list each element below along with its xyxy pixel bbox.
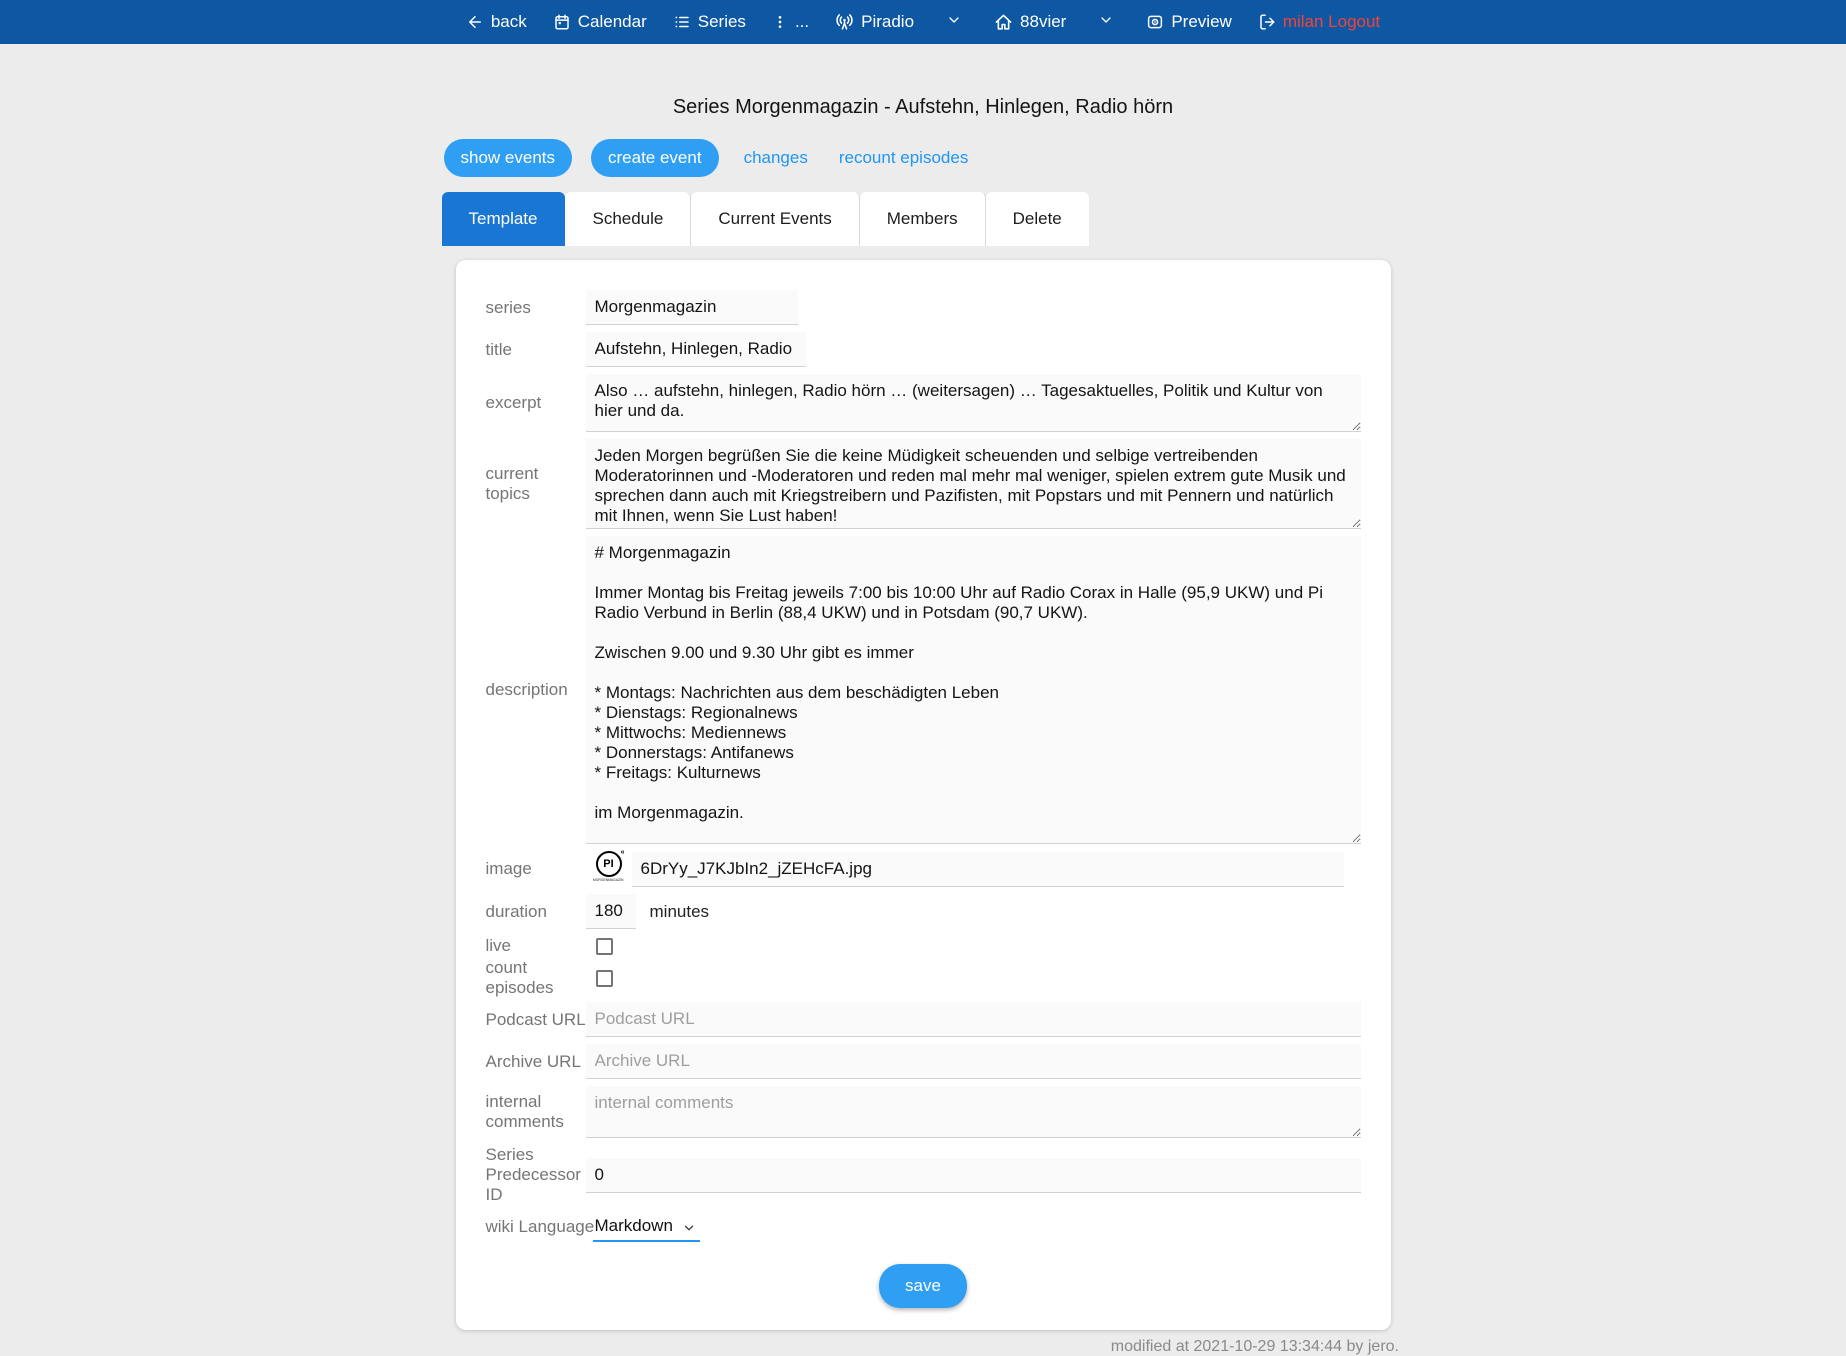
image-filename-input[interactable] <box>632 852 1344 887</box>
current-topics-label: current topics <box>486 464 586 504</box>
nav-88vier[interactable]: 88vier <box>994 12 1066 32</box>
count-episodes-checkbox[interactable] <box>596 970 613 987</box>
image-label: image <box>486 859 586 879</box>
excerpt-row: excerpt Also … aufstehn, hinlegen, Radio… <box>486 374 1361 432</box>
nav-more-label: ... <box>795 12 809 32</box>
kebab-menu-icon <box>772 13 788 31</box>
tab-delete[interactable]: Delete <box>986 192 1089 246</box>
nav-more[interactable]: ... <box>772 12 809 32</box>
chevron-down-icon <box>1098 12 1114 33</box>
excerpt-textarea[interactable]: Also … aufstehn, hinlegen, Radio hörn … … <box>586 374 1361 432</box>
pi-logo-caption: MORGENMAGAZIN <box>593 878 623 882</box>
podcast-url-label: Podcast URL <box>486 1010 586 1030</box>
series-predecessor-row: Series Predecessor ID <box>486 1145 1361 1205</box>
tab-bar: Template Schedule Current Events Members… <box>442 192 1391 246</box>
wiki-language-row: wiki Language Markdown <box>486 1212 1361 1242</box>
image-row: image PI « MORGENMAGAZIN <box>486 851 1361 887</box>
create-event-button[interactable]: create event <box>591 139 719 177</box>
piradio-dropdown-toggle[interactable] <box>946 12 962 33</box>
nav-series-label: Series <box>698 12 746 32</box>
page-title: Series Morgenmagazin - Aufstehn, Hinlege… <box>456 96 1391 119</box>
preview-eye-icon <box>1146 13 1164 31</box>
nav-logout-label: milan Logout <box>1283 12 1380 32</box>
duration-input[interactable] <box>586 894 636 929</box>
tab-schedule[interactable]: Schedule <box>565 192 691 246</box>
internal-comments-label: internal comments <box>486 1092 586 1132</box>
tab-current-events[interactable]: Current Events <box>691 192 859 246</box>
duration-row: duration minutes <box>486 894 1361 929</box>
changes-link[interactable]: changes <box>738 148 814 168</box>
nav-preview[interactable]: Preview <box>1146 12 1231 32</box>
home-icon <box>994 13 1013 32</box>
nav-logout[interactable]: milan Logout <box>1258 12 1380 32</box>
arrow-left-icon <box>466 13 484 31</box>
calendar-icon <box>553 13 571 31</box>
internal-comments-row: internal comments <box>486 1086 1361 1138</box>
wiki-language-select-wrap: Markdown <box>593 1212 700 1242</box>
nav-88vier-label: 88vier <box>1020 12 1066 32</box>
top-navbar: back Calendar Series ... Piradio 88vier … <box>0 0 1846 44</box>
nav-back-label: back <box>491 12 527 32</box>
station-dropdown-toggle[interactable] <box>1098 12 1114 33</box>
nav-series[interactable]: Series <box>673 12 746 32</box>
modified-note: modified at 2021-10-29 13:34:44 by jero. <box>447 1338 1399 1356</box>
current-topics-row: current topics Jeden Morgen begrüßen Sie… <box>486 439 1361 529</box>
description-label: description <box>486 680 586 700</box>
excerpt-label: excerpt <box>486 393 586 413</box>
podcast-url-input[interactable] <box>586 1002 1361 1037</box>
title-label: title <box>486 340 586 360</box>
series-predecessor-input[interactable] <box>586 1158 1361 1193</box>
series-predecessor-label: Series Predecessor ID <box>486 1145 586 1205</box>
wiki-language-select[interactable]: Markdown <box>593 1212 700 1240</box>
wiki-language-label: wiki Language <box>486 1217 586 1237</box>
broadcast-antenna-icon <box>835 13 854 32</box>
internal-comments-textarea[interactable] <box>586 1086 1361 1138</box>
save-row: save <box>486 1264 1361 1308</box>
pi-logo-icon: PI « <box>596 851 622 877</box>
archive-url-input[interactable] <box>586 1044 1361 1079</box>
archive-url-row: Archive URL <box>486 1044 1361 1079</box>
nav-calendar[interactable]: Calendar <box>553 12 647 32</box>
nav-back[interactable]: back <box>466 12 527 32</box>
series-row: series <box>486 290 1361 325</box>
save-button[interactable]: save <box>879 1264 967 1308</box>
count-episodes-row: count episodes <box>486 958 1361 998</box>
tab-members[interactable]: Members <box>860 192 986 246</box>
title-input[interactable] <box>586 332 806 367</box>
archive-url-label: Archive URL <box>486 1052 586 1072</box>
show-events-button[interactable]: show events <box>444 139 573 177</box>
live-checkbox[interactable] <box>596 938 613 955</box>
chevron-down-icon <box>946 12 962 33</box>
duration-unit-label: minutes <box>650 902 710 922</box>
nav-calendar-label: Calendar <box>578 12 647 32</box>
tab-template[interactable]: Template <box>442 192 566 246</box>
duration-label: duration <box>486 902 586 922</box>
template-form-card: series title excerpt Also … aufstehn, hi… <box>456 260 1391 1330</box>
actions-row: show events create event changes recount… <box>444 139 1391 177</box>
count-episodes-label: count episodes <box>486 958 586 998</box>
series-label: series <box>486 298 586 318</box>
nav-piradio-label: Piradio <box>861 12 914 32</box>
description-row: description # Morgenmagazin Immer Montag… <box>486 536 1361 844</box>
series-input[interactable] <box>586 290 798 325</box>
live-row: live <box>486 936 1361 956</box>
podcast-url-row: Podcast URL <box>486 1002 1361 1037</box>
description-textarea[interactable]: # Morgenmagazin Immer Montag bis Freitag… <box>586 536 1361 844</box>
nav-preview-label: Preview <box>1171 12 1231 32</box>
pi-logo-text: PI <box>603 858 613 870</box>
pi-logo-mark: « <box>621 849 625 856</box>
list-icon <box>673 13 691 31</box>
main-container: Series Morgenmagazin - Aufstehn, Hinlege… <box>456 96 1391 1330</box>
nav-piradio[interactable]: Piradio <box>835 12 914 32</box>
recount-episodes-link[interactable]: recount episodes <box>833 148 974 168</box>
logout-icon <box>1258 13 1276 31</box>
series-image-thumbnail[interactable]: PI « MORGENMAGAZIN <box>594 851 624 887</box>
current-topics-textarea[interactable]: Jeden Morgen begrüßen Sie die keine Müdi… <box>586 439 1361 529</box>
live-label: live <box>486 936 586 956</box>
title-row: title <box>486 332 1361 367</box>
